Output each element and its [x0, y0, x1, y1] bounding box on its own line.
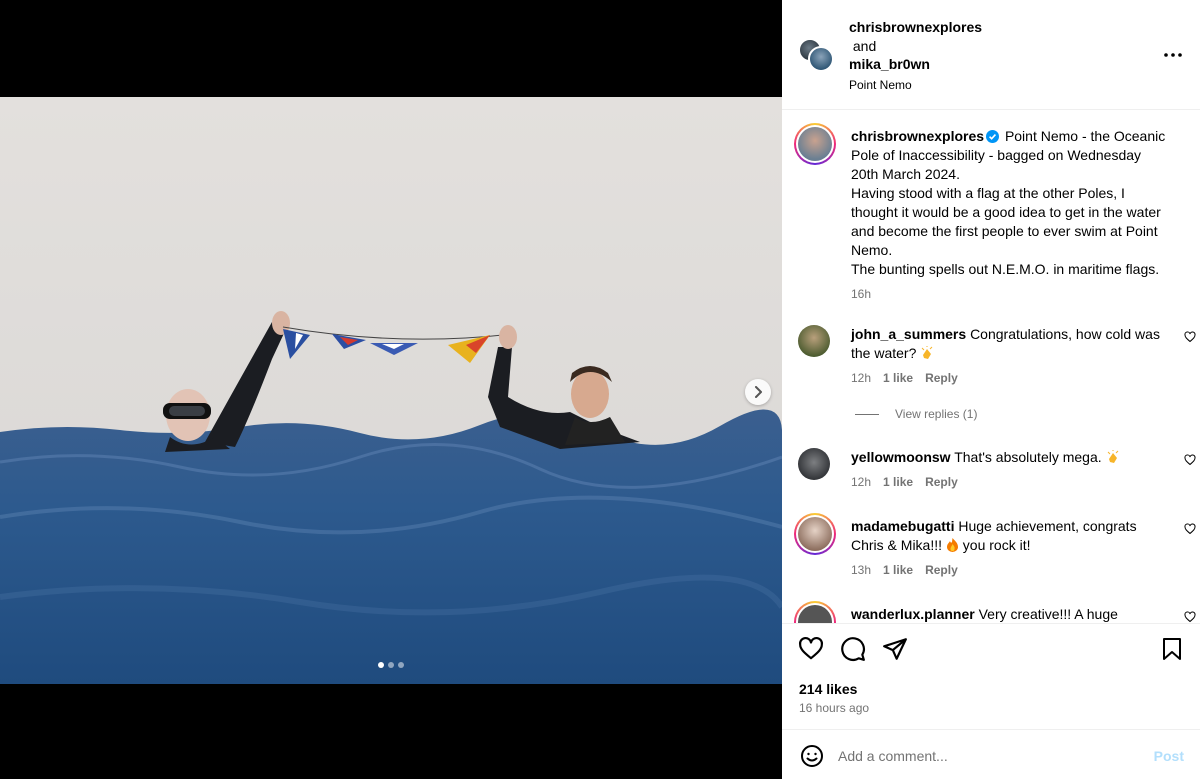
add-comment-bar: Post [782, 729, 1200, 779]
post-side-panel: chrisbrownexplores and mika_br0wn Point … [782, 0, 1200, 779]
post-timestamp[interactable]: 16 hours ago [799, 701, 869, 715]
caption-text: Having stood with a flag at the other Po… [851, 185, 1161, 258]
comment-time: 13h [851, 563, 872, 577]
post-photo[interactable] [0, 97, 782, 684]
caption-username[interactable]: chrisbrownexplores [851, 128, 984, 144]
carousel-dot [378, 662, 384, 668]
post-authors: chrisbrownexplores and mika_br0wn Point … [849, 18, 982, 94]
comment-likes-link[interactable]: 1 like [883, 561, 913, 580]
clap-emoji-icon [921, 346, 933, 359]
more-horizontal-icon [1164, 53, 1182, 57]
post-media [0, 0, 782, 779]
comment-text: you rock it! [962, 537, 1031, 553]
author-username-link[interactable]: chrisbrownexplores [849, 19, 982, 35]
story-ring[interactable] [794, 123, 836, 165]
like-comment-heart-icon[interactable] [1184, 523, 1196, 535]
post-actions: 214 likes 16 hours ago [782, 623, 1200, 729]
story-ring[interactable] [794, 601, 836, 623]
carousel-next-button[interactable] [745, 379, 771, 405]
comment-username[interactable]: john_a_summers [851, 326, 966, 342]
story-ring[interactable] [794, 513, 836, 555]
chevron-right-icon [755, 386, 762, 398]
view-replies-label: View replies (1) [895, 407, 978, 421]
like-comment-heart-icon[interactable] [1184, 611, 1196, 623]
caption-time: 16h [851, 287, 872, 301]
comment-time: 12h [851, 371, 872, 385]
more-options-button[interactable] [1164, 44, 1182, 62]
reply-button[interactable]: Reply [925, 561, 958, 580]
save-bookmark-icon[interactable] [1160, 636, 1184, 662]
post-header: chrisbrownexplores and mika_br0wn Point … [782, 0, 1200, 110]
divider-line [855, 413, 879, 415]
likes-count[interactable]: 214 likes [799, 681, 857, 697]
reply-button[interactable]: Reply [925, 473, 958, 492]
like-heart-icon[interactable] [798, 636, 824, 662]
verified-badge-icon [986, 130, 1000, 143]
comments-list[interactable]: chrisbrownexplores Point Nemo - the Ocea… [782, 111, 1200, 623]
carousel-indicator [0, 662, 782, 668]
comment-input[interactable] [838, 744, 1138, 768]
comment-username[interactable]: wanderlux.planner [851, 606, 975, 622]
collab-avatars[interactable] [798, 38, 836, 76]
like-comment-heart-icon[interactable] [1184, 331, 1196, 343]
comment-likes-link[interactable]: 1 like [883, 473, 913, 492]
like-comment-heart-icon[interactable] [1184, 454, 1196, 466]
avatar [798, 517, 832, 551]
view-replies-button[interactable]: View replies (1) [855, 407, 977, 421]
avatar[interactable] [798, 448, 830, 480]
and-text: and [852, 37, 877, 54]
share-send-icon[interactable] [882, 636, 908, 662]
carousel-dot [398, 662, 404, 668]
comment-time: 12h [851, 475, 872, 489]
avatar[interactable] [798, 325, 830, 357]
fire-emoji-icon [946, 538, 958, 552]
avatar [808, 46, 834, 72]
reply-button[interactable]: Reply [925, 369, 958, 388]
location-link[interactable]: Point Nemo [849, 76, 982, 95]
comment-text: That's absolutely mega. [954, 449, 1102, 465]
swimmers-photo [0, 97, 782, 684]
avatar [798, 605, 832, 623]
comment-bubble-icon[interactable] [840, 636, 866, 662]
clap-emoji-icon [1107, 450, 1118, 463]
caption-text: The bunting spells out N.E.M.O. in marit… [851, 261, 1160, 277]
comment-text: Very creative!!! A huge [978, 606, 1118, 622]
coauthor-username-link[interactable]: mika_br0wn [849, 56, 930, 72]
comment-likes-link[interactable]: 1 like [883, 369, 913, 388]
avatar [798, 127, 832, 161]
comment-username[interactable]: yellowmoonsw [851, 449, 951, 465]
carousel-dot [388, 662, 394, 668]
post-comment-button[interactable]: Post [1154, 748, 1184, 764]
emoji-picker-icon[interactable] [800, 744, 824, 768]
comment-username[interactable]: madamebugatti [851, 518, 954, 534]
